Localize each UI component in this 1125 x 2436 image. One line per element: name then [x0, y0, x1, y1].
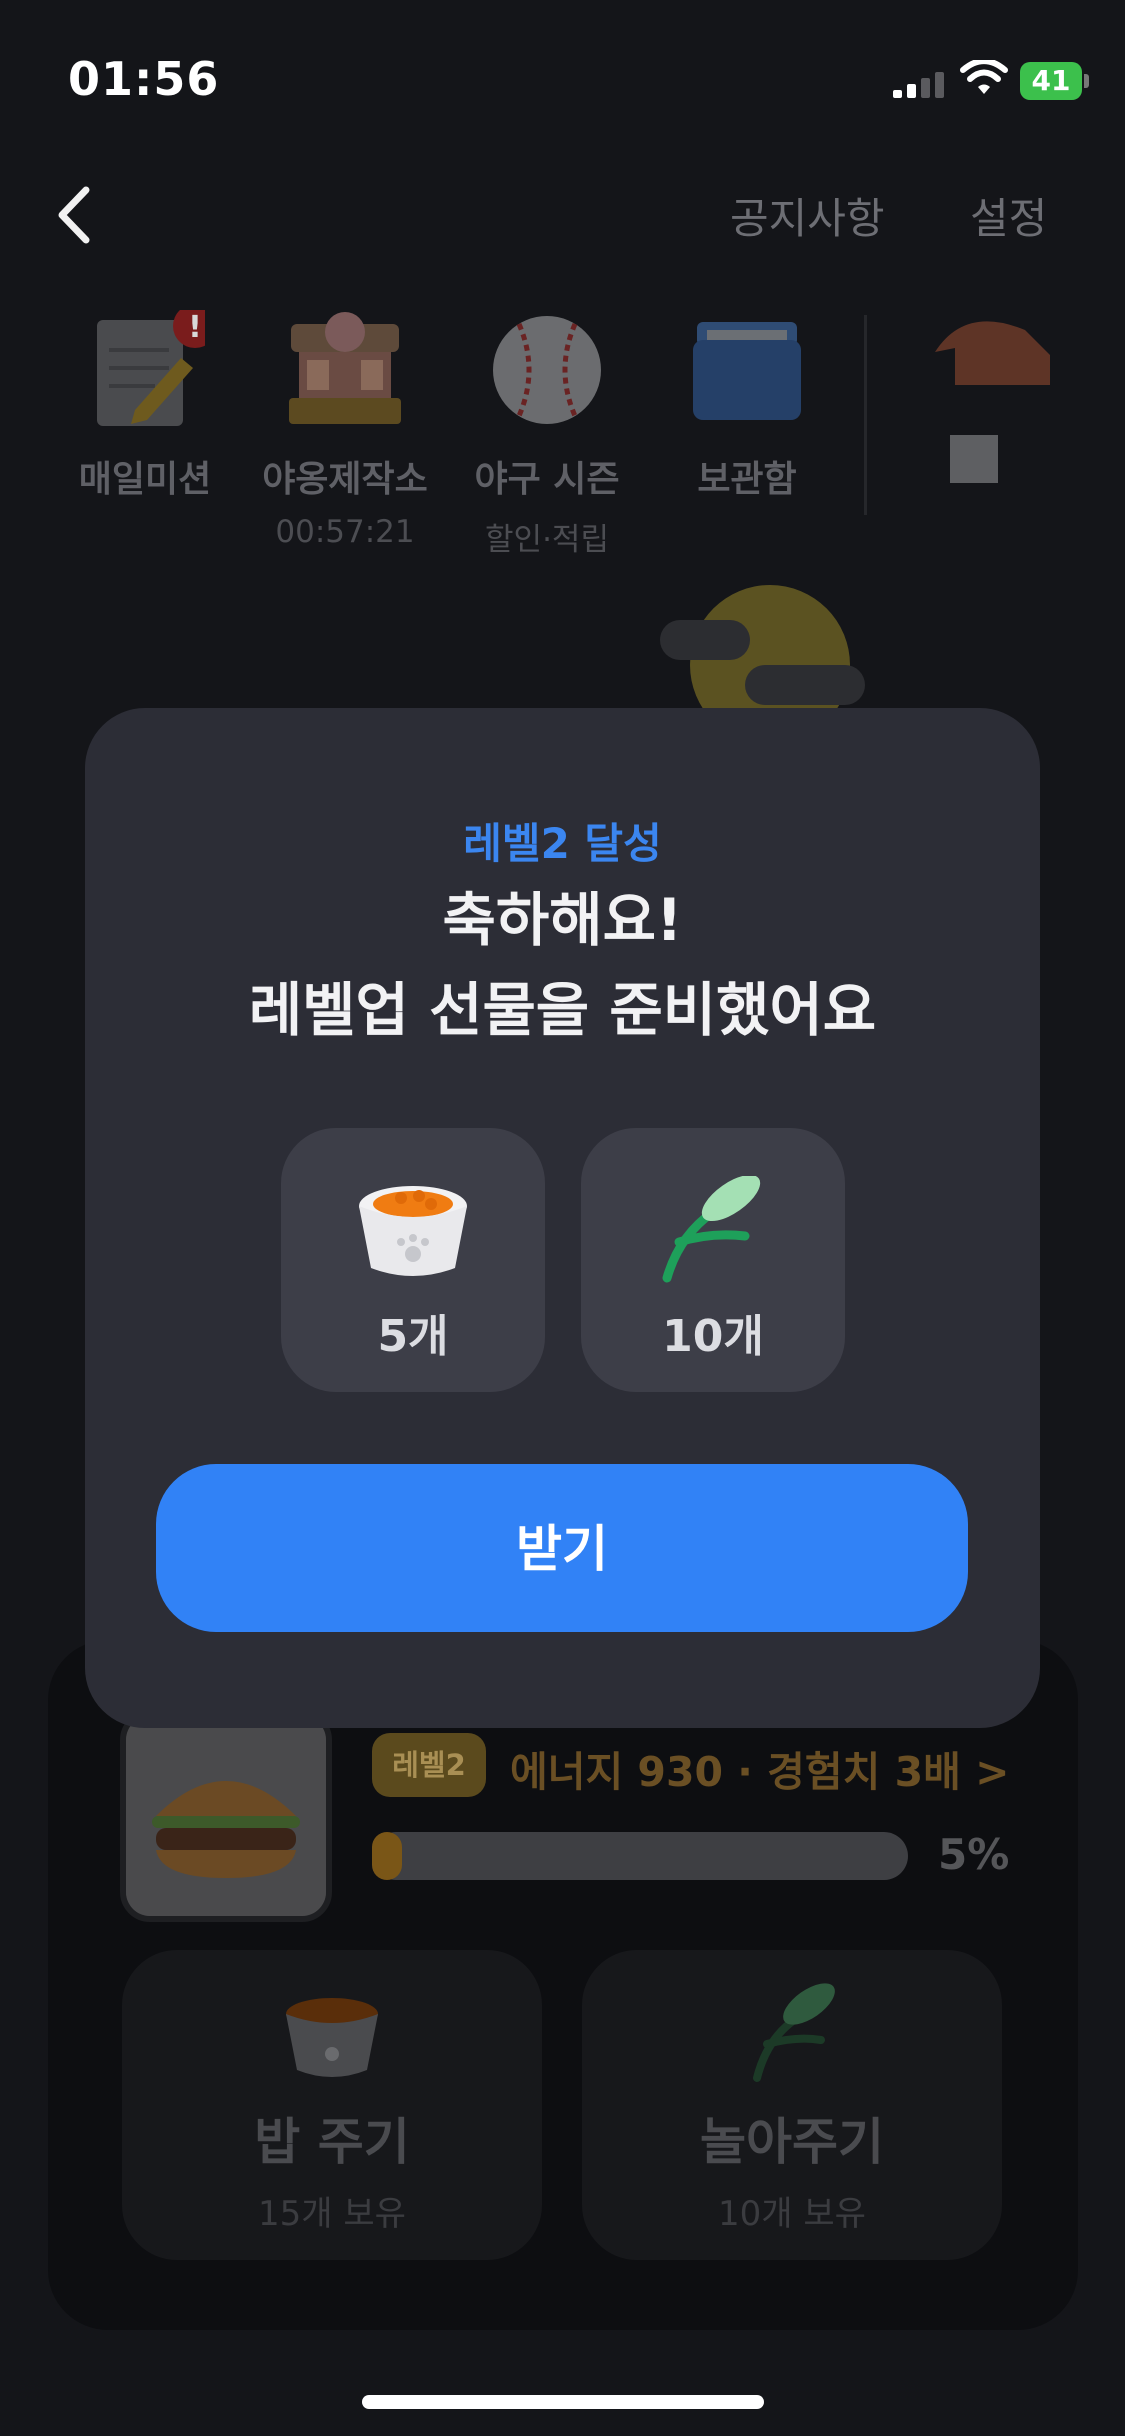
settings-link[interactable]: 설정: [970, 185, 1047, 246]
back-chevron-icon[interactable]: [50, 180, 100, 250]
modal-title-line1: 축하해요!: [442, 886, 683, 954]
food-bowl-icon: [277, 1978, 387, 2088]
cellular-signal-icon: [893, 72, 944, 98]
shortcut-sub: 할인·적립: [485, 522, 609, 558]
battery-icon: 41: [1020, 62, 1090, 100]
shortcut-timer: 00:57:21: [275, 514, 415, 550]
level-progress-bar: [372, 1832, 908, 1880]
notice-link[interactable]: 공지사항: [730, 185, 885, 246]
reward-toy-qty: 10개: [662, 1311, 764, 1362]
feed-count: 15개 보유: [258, 2194, 406, 2234]
leaf-toy-icon: [737, 1978, 847, 2088]
notepad-pencil-icon: !: [85, 304, 217, 430]
wifi-icon: [960, 60, 1008, 94]
feed-title: 밥 주기: [254, 2113, 410, 2171]
shortcut-daily-mission[interactable]: ! 매일미션: [45, 304, 245, 502]
cloud-decoration: [745, 665, 865, 705]
receive-button[interactable]: 받기: [156, 1464, 968, 1632]
level-badge: 레벨2: [372, 1733, 486, 1797]
play-count: 10개 보유: [718, 2194, 866, 2234]
shortcut-divider: [864, 315, 867, 515]
cloud-decoration: [660, 620, 750, 660]
modal-title-line2: 레벨업 선물을 준비했어요: [248, 976, 877, 1044]
level-achieved-label: 레벨2 달성: [463, 819, 662, 868]
leaf-toy-icon: [653, 1174, 773, 1286]
shortcut-label: 야구 시즌: [474, 459, 620, 500]
hat-decoration-icon: [935, 321, 1050, 483]
level-progress-label: 5%: [938, 1830, 1010, 1879]
shortcut-label: 야옹제작소: [262, 459, 428, 500]
reward-food: 5개: [281, 1128, 545, 1392]
energy-exp-link[interactable]: 에너지 930 · 경험치 3배 >: [510, 1738, 1009, 1798]
play-title: 놀아주기: [700, 2113, 884, 2171]
baseball-icon: [487, 310, 607, 430]
reward-food-qty: 5개: [377, 1311, 449, 1362]
play-button[interactable]: 놀아주기 10개 보유: [582, 1950, 1002, 2260]
shop-booth-icon: [285, 310, 405, 430]
shortcut-baseball-season[interactable]: 야구 시즌 할인·적립: [447, 310, 647, 559]
level-progress-fill: [372, 1832, 402, 1880]
feed-button[interactable]: 밥 주기 15개 보유: [122, 1950, 542, 2260]
home-indicator[interactable]: [362, 2395, 764, 2409]
storage-box-icon: [687, 310, 807, 430]
shortcut-label: 보관함: [697, 459, 797, 500]
reward-toy: 10개: [581, 1128, 845, 1392]
shortcut-label: 매일미션: [78, 459, 212, 500]
modal-title: 축하해요! 레벨업 선물을 준비했어요: [85, 875, 1040, 1055]
battery-level: 41: [1031, 64, 1071, 97]
shortcut-meow-workshop[interactable]: 야옹제작소 00:57:21: [245, 310, 445, 550]
food-bowl-icon: [353, 1176, 473, 1286]
svg-text:!: !: [188, 310, 202, 345]
status-time: 01:56: [68, 52, 220, 106]
burger-avatar: [120, 1710, 332, 1922]
shortcut-storage[interactable]: 보관함: [647, 310, 847, 502]
